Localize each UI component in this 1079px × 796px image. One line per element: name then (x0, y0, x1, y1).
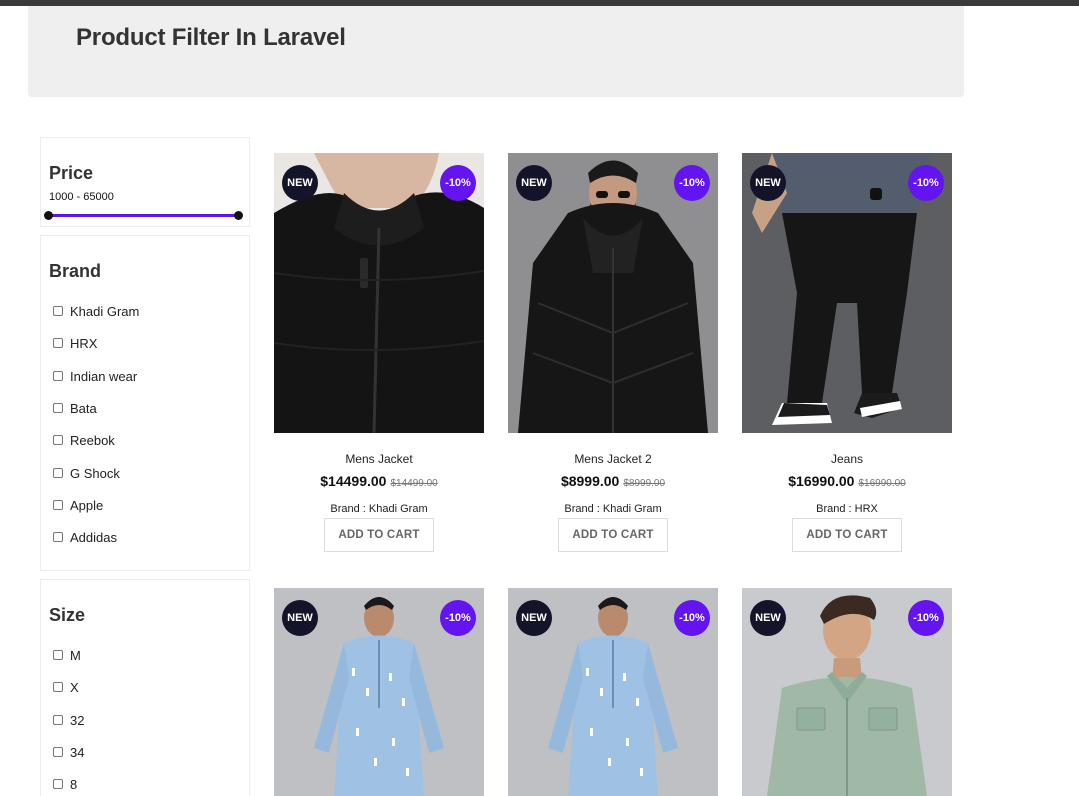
product-name[interactable]: Mens Jacket 2 (508, 452, 718, 466)
brand-option-label: G Shock (70, 465, 120, 481)
price-range-track[interactable] (49, 214, 239, 217)
size-option-label: M (70, 647, 81, 663)
product-card: NEW -10% (274, 588, 484, 796)
brand-option[interactable]: G Shock (53, 465, 120, 481)
product-card: NEW -10% Jeans $16990.00 $16990.00 Brand … (742, 153, 952, 563)
brand-option-label: Apple (70, 497, 104, 513)
product-card: NEW -10% (742, 588, 952, 796)
brand-option[interactable]: Bata (53, 400, 97, 416)
price-filter: Price 1000 - 65000 (40, 137, 250, 227)
brand-checkbox[interactable] (53, 371, 63, 381)
product-name[interactable]: Mens Jacket (274, 452, 484, 466)
size-option[interactable]: X (53, 679, 79, 695)
product-brand: Brand : Khadi Gram (564, 503, 662, 515)
old-price: $16990.00 (858, 478, 906, 489)
product-image[interactable]: NEW -10% (508, 588, 718, 796)
brand-filter: Brand Khadi Gram HRX Indian wear Bata Re… (40, 235, 250, 571)
brand-checkbox[interactable] (53, 403, 63, 413)
brand-option[interactable]: Apple (53, 497, 103, 513)
add-to-cart-button[interactable]: ADD TO CART (324, 518, 434, 552)
brand-option-label: HRX (70, 335, 98, 351)
current-price: $16990.00 (788, 473, 855, 489)
discount-badge: -10% (908, 165, 944, 201)
old-price: $14499.00 (390, 478, 438, 489)
new-badge: NEW (282, 600, 318, 636)
new-badge: NEW (516, 600, 552, 636)
price-filter-title: Price (49, 163, 94, 183)
brand-checkbox[interactable] (53, 306, 63, 316)
brand-option[interactable]: HRX (53, 335, 97, 351)
size-option-label: 8 (70, 776, 78, 792)
product-image[interactable]: NEW -10% (508, 153, 718, 433)
discount-badge: -10% (674, 165, 710, 201)
size-checkbox[interactable] (53, 747, 63, 757)
brand-filter-title: Brand (49, 261, 102, 281)
size-checkbox[interactable] (53, 682, 63, 692)
size-option[interactable]: 34 (53, 744, 84, 760)
brand-option[interactable]: Khadi Gram (53, 303, 139, 319)
price-range-min-handle[interactable] (44, 211, 53, 220)
product-image[interactable]: NEW -10% (742, 588, 952, 796)
price-range-text: 1000 - 65000 (49, 191, 114, 203)
discount-badge: -10% (440, 165, 476, 201)
brand-option-label: Addidas (70, 529, 117, 545)
size-filter-title: Size (49, 605, 86, 625)
size-option[interactable]: 32 (53, 712, 84, 728)
product-card: NEW -10% Mens Jacket 2 $8999.00 $8999.00 … (508, 153, 718, 563)
current-price: $8999.00 (560, 473, 620, 489)
size-filter: Size M X 32 34 8 (40, 579, 250, 796)
size-checkbox[interactable] (53, 650, 63, 660)
current-price: $14499.00 (320, 473, 387, 489)
size-option-label: 32 (70, 712, 85, 728)
brand-option-label: Khadi Gram (70, 303, 140, 319)
product-price: $16990.00 $16990.00 (742, 473, 952, 489)
brand-option[interactable]: Reebok (53, 432, 115, 448)
size-checkbox[interactable] (53, 715, 63, 725)
size-option-label: 34 (70, 744, 85, 760)
product-price: $14499.00 $14499.00 (274, 473, 484, 489)
brand-checkbox[interactable] (53, 532, 63, 542)
brand-option[interactable]: Addidas (53, 529, 117, 545)
brand-checkbox[interactable] (53, 338, 63, 348)
product-image[interactable]: NEW -10% (742, 153, 952, 433)
product-image[interactable]: NEW -10% (274, 153, 484, 433)
product-name[interactable]: Jeans (742, 452, 952, 466)
brand-option[interactable]: Indian wear (53, 368, 137, 384)
add-to-cart-button[interactable]: ADD TO CART (792, 518, 902, 552)
new-badge: NEW (750, 600, 786, 636)
brand-checkbox[interactable] (53, 500, 63, 510)
product-brand: Brand : Khadi Gram (330, 503, 428, 515)
product-card: NEW -10% Mens Jacket $14499.00 $14499.00 … (274, 153, 484, 563)
old-price: $8999.00 (623, 478, 666, 489)
product-price: $8999.00 $8999.00 (508, 473, 718, 489)
page-title: Product Filter In Laravel (76, 24, 346, 51)
size-option-label: X (70, 679, 79, 695)
product-image[interactable]: NEW -10% (274, 588, 484, 796)
size-option[interactable]: 8 (53, 776, 77, 792)
brand-option-label: Indian wear (70, 368, 138, 384)
product-card: NEW -10% (508, 588, 718, 796)
price-range-max-handle[interactable] (234, 211, 243, 220)
discount-badge: -10% (908, 600, 944, 636)
add-to-cart-button[interactable]: ADD TO CART (558, 518, 668, 552)
product-brand: Brand : HRX (816, 503, 878, 515)
brand-option-label: Bata (70, 400, 97, 416)
brand-option-label: Reebok (70, 432, 115, 448)
new-badge: NEW (750, 165, 786, 201)
discount-badge: -10% (440, 600, 476, 636)
brand-checkbox[interactable] (53, 435, 63, 445)
size-option[interactable]: M (53, 647, 81, 663)
discount-badge: -10% (674, 600, 710, 636)
page-header: Product Filter In Laravel (28, 6, 964, 97)
new-badge: NEW (516, 165, 552, 201)
new-badge: NEW (282, 165, 318, 201)
size-checkbox[interactable] (53, 779, 63, 789)
brand-checkbox[interactable] (53, 468, 63, 478)
